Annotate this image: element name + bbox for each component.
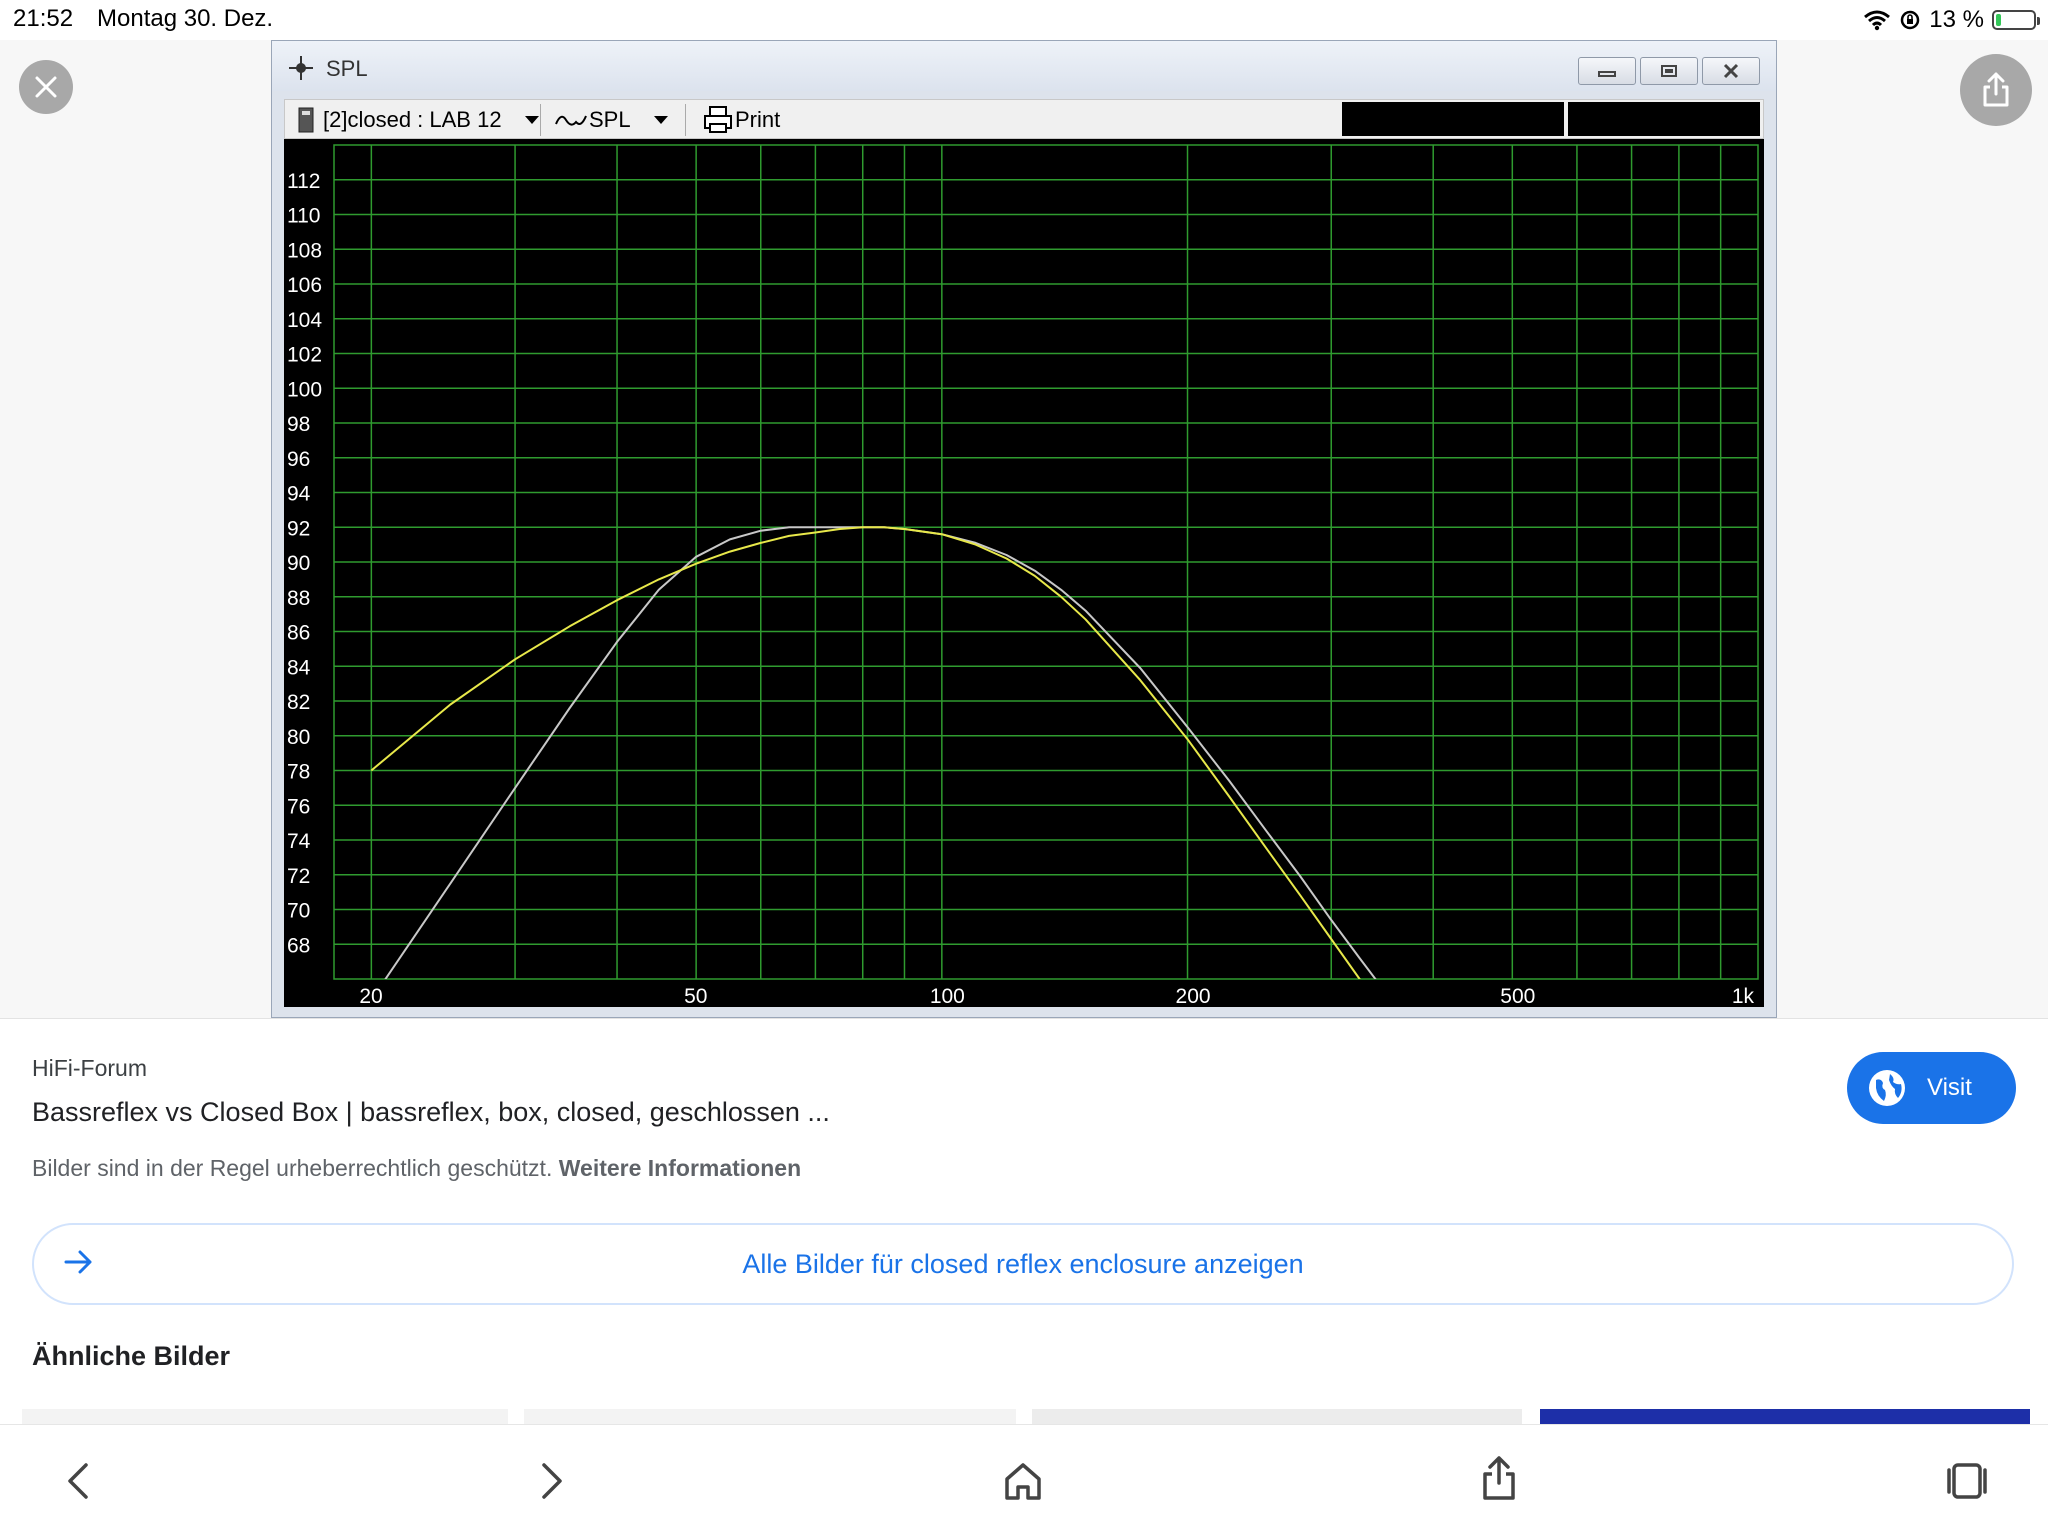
view-select-label: SPL — [589, 107, 631, 132]
status-bar: 21:52 Montag 30. Dez. 13 % — [0, 0, 2048, 40]
result-info: HiFi-Forum Bassreflex vs Closed Box | ba… — [0, 1018, 2048, 1425]
x-tick-label: 50 — [684, 985, 707, 1007]
y-tick-label: 80 — [287, 726, 310, 749]
x-tick-label: 20 — [359, 985, 382, 1007]
status-date: Montag 30. Dez. — [97, 5, 274, 32]
spl-chart-svg: 68 70 72 74 76 78 80 82 84 86 88 90 92 94 96 98 100 102 10… — [287, 144, 1759, 1008]
similar-image-thumb[interactable] — [1540, 1409, 2030, 1425]
x-tick-label: 500 — [1500, 985, 1535, 1007]
x-tick-label: 1k — [1732, 985, 1755, 1007]
window-close-button[interactable] — [1702, 57, 1760, 85]
globe-icon — [1869, 1070, 1905, 1106]
close-button[interactable] — [19, 60, 73, 114]
y-tick-label: 108 — [287, 239, 322, 262]
share-icon[interactable] — [1480, 1455, 1518, 1501]
rotation-lock-icon — [1901, 10, 1920, 30]
back-icon[interactable] — [66, 1461, 90, 1501]
more-info-link[interactable]: Weitere Informationen — [559, 1155, 801, 1181]
similar-image-thumb[interactable] — [22, 1409, 508, 1425]
window-close-icon — [1723, 63, 1739, 79]
similar-image-thumb[interactable] — [1032, 1409, 1522, 1425]
y-tick-label: 102 — [287, 344, 322, 367]
window-title: SPL — [326, 56, 368, 81]
y-tick-label: 100 — [287, 378, 322, 401]
y-tick-label: 112 — [287, 170, 320, 193]
print-label: Print — [735, 107, 781, 132]
minimize-icon — [1598, 71, 1616, 77]
y-tick-label: 92 — [287, 517, 310, 540]
similar-images-heading: Ähnliche Bilder — [32, 1341, 231, 1371]
y-tick-label: 68 — [287, 934, 310, 957]
status-indicators: 13 % — [1863, 5, 2040, 35]
status-time: 21:52 — [13, 5, 74, 32]
readout-box-1 — [1342, 102, 1564, 136]
close-icon — [35, 76, 57, 98]
share-image-button[interactable] — [1960, 54, 2032, 126]
driver-select-label: [2]closed : LAB 12 — [323, 107, 502, 132]
chevron-down-icon — [524, 116, 539, 124]
window-controls — [1578, 57, 1760, 85]
spl-window: SPL [2]closed : LAB 12 SPL Print 68 70 7… — [271, 40, 1777, 1018]
forward-icon[interactable] — [540, 1461, 564, 1501]
result-title[interactable]: Bassreflex vs Closed Box | bassreflex, b… — [32, 1097, 830, 1128]
y-tick-label: 96 — [287, 448, 310, 471]
y-tick-label: 94 — [287, 483, 311, 506]
x-tick-label: 200 — [1176, 985, 1211, 1007]
series-line-2 — [384, 526, 1377, 979]
y-tick-label: 104 — [287, 309, 322, 332]
y-tick-label: 86 — [287, 622, 310, 645]
home-icon[interactable] — [1004, 1461, 1042, 1501]
battery-icon — [1992, 10, 2040, 30]
share-icon — [1983, 72, 2009, 107]
maximize-button[interactable] — [1640, 57, 1698, 85]
y-tick-label: 70 — [287, 900, 310, 923]
tabs-icon[interactable] — [1946, 1461, 1988, 1501]
y-tick-label: 106 — [287, 274, 322, 297]
battery-percent: 13 % — [1929, 6, 1984, 33]
y-tick-label: 78 — [287, 761, 310, 784]
print-button[interactable]: Print — [703, 106, 780, 134]
toolbar-separator — [685, 104, 686, 136]
driver-select[interactable]: [2]closed : LAB 12 — [297, 106, 540, 134]
y-tick-label: 82 — [287, 691, 310, 714]
copyright-notice: Bilder sind in der Regel urheberrechtlic… — [32, 1155, 801, 1182]
y-tick-label: 76 — [287, 795, 310, 818]
y-tick-label: 110 — [287, 205, 320, 228]
crosshair-icon — [289, 56, 313, 80]
x-tick-label: 100 — [930, 985, 965, 1007]
view-select[interactable]: SPL — [555, 106, 669, 134]
copyright-text: Bilder sind in der Regel urheberrechtlic… — [32, 1155, 553, 1181]
waveform-icon — [555, 115, 587, 126]
y-tick-label: 74 — [287, 830, 311, 853]
window-titlebar: SPL — [272, 41, 1776, 91]
visit-label: Visit — [1927, 1074, 1972, 1101]
result-source[interactable]: HiFi-Forum — [32, 1055, 147, 1082]
y-tick-label: 90 — [287, 552, 310, 575]
minimize-button[interactable] — [1578, 57, 1636, 85]
all-images-button[interactable]: Alle Bilder für closed reflex enclosure … — [32, 1223, 2014, 1305]
y-tick-label: 84 — [287, 656, 311, 679]
series-line-1 — [370, 526, 1361, 979]
y-tick-label: 98 — [287, 413, 310, 436]
chevron-down-icon — [653, 116, 668, 124]
printer-icon — [704, 106, 732, 133]
speaker-icon — [298, 107, 314, 133]
all-images-label: Alle Bilder für closed reflex enclosure … — [742, 1249, 1304, 1279]
similar-images-strip — [0, 1409, 2048, 1425]
y-tick-label: 72 — [287, 865, 310, 888]
toolbar-separator — [540, 104, 541, 136]
window-toolbar: [2]closed : LAB 12 SPL Print — [284, 99, 1764, 139]
wifi-icon — [1864, 10, 1891, 31]
readout-box-2 — [1568, 102, 1760, 136]
y-tick-label: 88 — [287, 587, 310, 610]
bottom-navigation — [0, 1424, 2048, 1537]
similar-image-thumb[interactable] — [524, 1409, 1016, 1425]
spl-chart: 68 70 72 74 76 78 80 82 84 86 88 90 92 94 96 98 100 102 10… — [284, 139, 1764, 1008]
maximize-icon — [1661, 65, 1677, 77]
visit-button[interactable]: Visit — [1847, 1052, 2016, 1124]
